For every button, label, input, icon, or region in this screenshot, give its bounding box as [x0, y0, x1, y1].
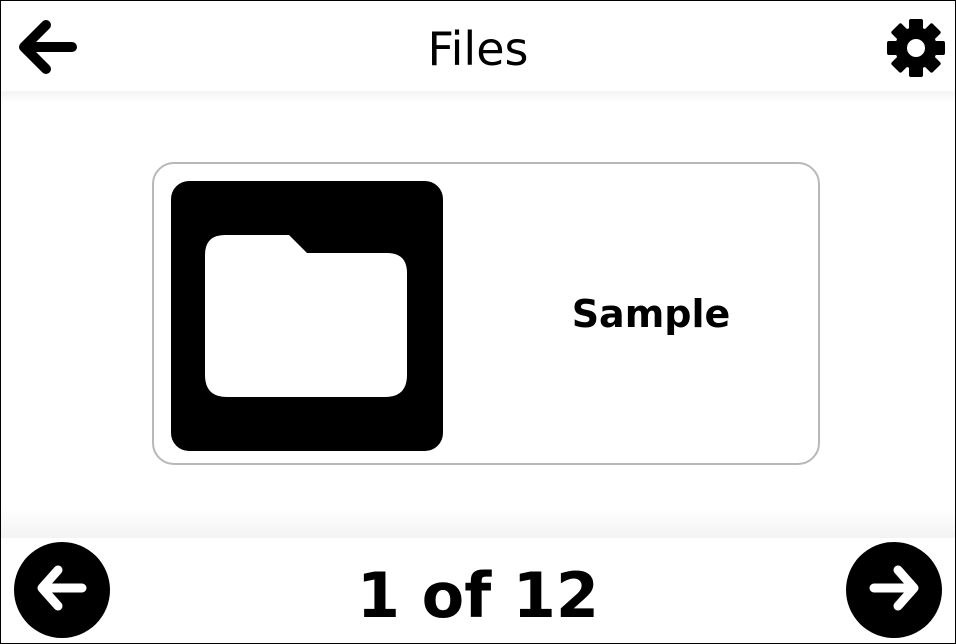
- settings-button[interactable]: [884, 18, 948, 82]
- file-name-label: Sample: [571, 291, 731, 336]
- gear-icon: [886, 18, 946, 82]
- page-indicator: 1 of 12: [356, 559, 600, 632]
- next-page-button[interactable]: [846, 542, 942, 638]
- footer-divider: [1, 508, 955, 538]
- file-thumbnail: [171, 181, 443, 451]
- file-item-card[interactable]: Sample: [152, 162, 820, 465]
- circle-arrow-right-icon: [866, 564, 922, 616]
- header-divider: [1, 91, 955, 103]
- page-title: Files: [427, 22, 529, 76]
